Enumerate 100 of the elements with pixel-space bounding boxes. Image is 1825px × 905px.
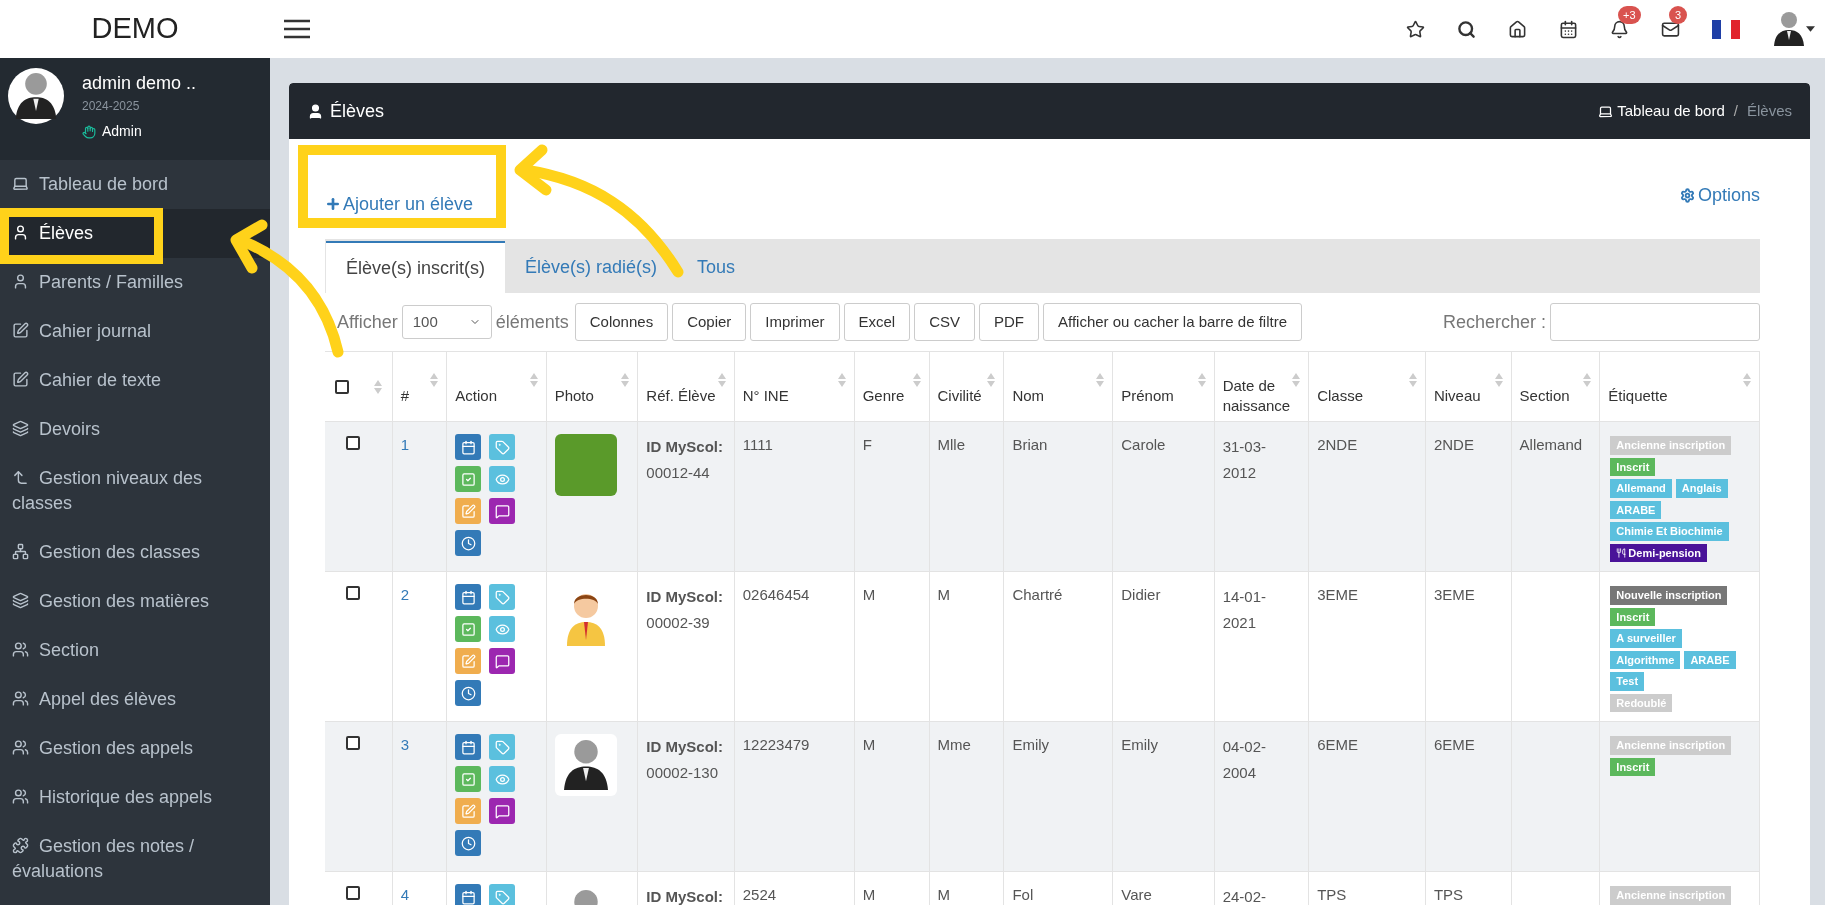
eye-button[interactable] [489, 466, 516, 492]
caret-icon[interactable] [1806, 26, 1815, 32]
column-header[interactable]: Section [1519, 367, 1570, 406]
sidebar-item[interactable]: Tableau de bord [0, 160, 270, 209]
sidebar-item[interactable]: Parents / Familles [0, 258, 270, 307]
toolbar-button[interactable]: PDF [979, 303, 1040, 341]
tag-button[interactable] [489, 434, 516, 460]
edit-button[interactable] [455, 498, 482, 524]
calendar-button[interactable] [455, 584, 482, 610]
tab[interactable]: Tous [677, 241, 756, 293]
toolbar-button[interactable]: Afficher ou cacher la barre de filtre [1043, 303, 1303, 341]
sidebar-item[interactable]: Gestion des classes [0, 528, 270, 577]
sort-icon[interactable] [987, 372, 996, 387]
star-icon[interactable] [1406, 19, 1425, 39]
sidebar-item[interactable]: Historique des appels [0, 773, 270, 822]
column-header[interactable]: Étiquette [1608, 367, 1668, 406]
sort-icon[interactable] [1096, 372, 1105, 387]
clock-button[interactable] [455, 830, 482, 856]
sidebar-item[interactable]: Cahier de texte [0, 356, 270, 405]
tag-button[interactable] [489, 884, 516, 905]
row-number-link[interactable]: 1 [400, 436, 410, 453]
sort-icon[interactable] [912, 372, 921, 387]
french-flag-icon[interactable] [1712, 19, 1740, 39]
column-header[interactable]: # [400, 367, 410, 406]
row-number-link[interactable]: 2 [400, 586, 410, 603]
sidebar-item[interactable]: Appel des élèves [0, 675, 270, 724]
clock-button[interactable] [455, 680, 482, 706]
home-icon[interactable] [1508, 19, 1527, 39]
sort-icon[interactable] [717, 372, 726, 387]
column-header[interactable]: Prénom [1121, 367, 1174, 406]
sidebar-item[interactable]: Section [0, 626, 270, 675]
row-checkbox[interactable] [346, 886, 360, 900]
sort-icon[interactable] [1743, 372, 1751, 387]
sort-icon[interactable] [430, 372, 439, 387]
column-header[interactable]: Niveau [1433, 367, 1481, 406]
mail-icon[interactable] [1661, 19, 1680, 39]
comment-button[interactable] [489, 798, 516, 824]
sidebar-item[interactable]: Gestion des appels [0, 724, 270, 773]
row-number-link[interactable]: 3 [400, 736, 410, 753]
sort-icon[interactable] [529, 372, 538, 387]
options-link[interactable]: Options [1679, 181, 1760, 209]
sort-icon[interactable] [621, 372, 630, 387]
column-header[interactable]: Classe [1317, 367, 1363, 406]
sort-icon[interactable] [1292, 372, 1301, 387]
calendar-icon [460, 889, 476, 905]
clock-button[interactable] [455, 530, 482, 556]
comment-button[interactable] [489, 498, 516, 524]
row-number-link[interactable]: 4 [400, 886, 410, 903]
toolbar-button[interactable]: Excel [843, 303, 911, 341]
sidebar-item[interactable]: Gestion des notes / évaluations [0, 822, 270, 896]
edit-button[interactable] [455, 648, 482, 674]
column-header[interactable]: Réf. Élève [646, 367, 716, 406]
column-header[interactable]: Action [455, 367, 497, 406]
column-header[interactable]: Civilité [937, 367, 982, 406]
sidebar-item[interactable]: Gestion niveaux des classes [0, 454, 270, 528]
toolbar-button[interactable]: Imprimer [750, 303, 840, 341]
row-checkbox[interactable] [346, 436, 360, 450]
eye-button[interactable] [489, 616, 516, 642]
sidebar-item[interactable]: Cahier journal [0, 307, 270, 356]
search-field[interactable] [1550, 303, 1760, 341]
column-header[interactable]: Date de naissance [1222, 357, 1291, 416]
row-checkbox[interactable] [346, 586, 360, 600]
sidebar-item[interactable]: Devoirs [0, 405, 270, 454]
checkbox-button[interactable] [455, 466, 482, 492]
toolbar-button[interactable]: CSV [914, 303, 976, 341]
tag-icon [494, 889, 510, 905]
row-checkbox[interactable] [346, 736, 360, 750]
tab[interactable]: Élève(s) radié(s) [505, 241, 678, 293]
notification-icon[interactable] [1610, 19, 1629, 39]
toolbar-button[interactable]: Copier [672, 303, 747, 341]
sort-icon[interactable] [1197, 372, 1206, 387]
calendar-icon[interactable] [1559, 19, 1578, 39]
comment-button[interactable] [489, 648, 516, 674]
checkbox-button[interactable] [455, 616, 482, 642]
eye-button[interactable] [489, 766, 516, 792]
column-header[interactable]: Photo [554, 367, 594, 406]
sort-icon[interactable] [373, 379, 382, 394]
sort-icon[interactable] [837, 372, 846, 387]
calendar-button[interactable] [455, 434, 482, 460]
tag-button[interactable] [489, 734, 516, 760]
length-select[interactable]: 100 [401, 305, 492, 339]
sidebar-item[interactable]: Gestion des matières [0, 577, 270, 626]
tab[interactable]: Élève(s) inscrit(s) [326, 241, 505, 293]
toolbar-button[interactable]: Colonnes [574, 303, 669, 341]
edit-button[interactable] [455, 798, 482, 824]
column-header[interactable]: Nom [1012, 367, 1045, 406]
checkbox-button[interactable] [455, 766, 482, 792]
sort-icon[interactable] [1408, 372, 1417, 387]
column-header[interactable]: Genre [862, 367, 905, 406]
column-header[interactable]: N° INE [742, 367, 789, 406]
select-all-checkbox[interactable] [335, 379, 349, 394]
tag-button[interactable] [489, 584, 516, 610]
sort-icon[interactable] [1583, 372, 1592, 387]
calendar-button[interactable] [455, 884, 482, 905]
menu-icon[interactable] [284, 19, 310, 39]
add-student-link[interactable]: Ajouter un élève [325, 190, 474, 218]
breadcrumb-item[interactable]: Tableau de bord [1617, 99, 1725, 123]
sort-icon[interactable] [1494, 372, 1503, 387]
calendar-button[interactable] [455, 734, 482, 760]
search-icon[interactable] [1457, 19, 1476, 39]
